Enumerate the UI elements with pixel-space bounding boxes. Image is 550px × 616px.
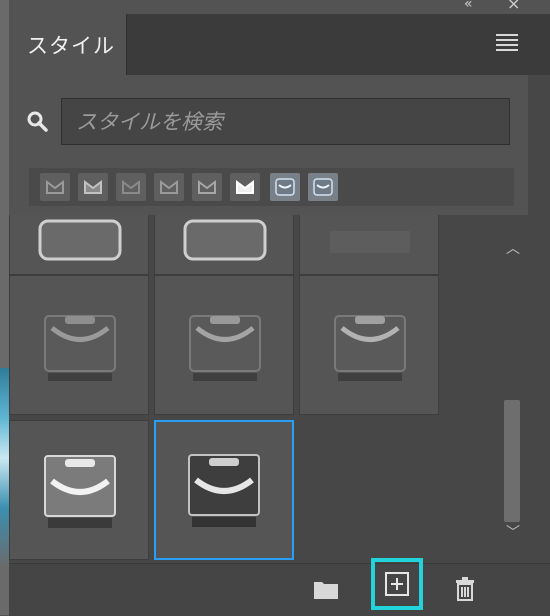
canvas-artwork — [0, 368, 9, 568]
style-preset-icon[interactable] — [308, 173, 338, 201]
style-preset-icon[interactable] — [78, 173, 108, 201]
search-input[interactable] — [62, 99, 509, 144]
search-icon — [27, 111, 48, 132]
tab-styles[interactable]: スタイル — [9, 14, 127, 75]
plus-square-icon — [385, 572, 409, 596]
style-thumbnail[interactable] — [299, 215, 439, 275]
tab-label: スタイル — [27, 34, 115, 58]
styles-panel: « × スタイル スタイルを検索 ︿ ﹀ — [9, 0, 550, 616]
style-preset-icon[interactable] — [116, 173, 146, 201]
vertical-scrollbar[interactable]: ︿ ﹀ — [498, 230, 528, 563]
style-thumbnail-selected[interactable] — [154, 420, 294, 560]
chevron-down-icon[interactable]: ﹀ — [506, 522, 520, 542]
panel-footer — [9, 563, 550, 616]
style-preset-icon[interactable] — [270, 173, 300, 201]
style-thumbnail[interactable] — [299, 275, 439, 415]
new-style-button[interactable] — [371, 558, 423, 610]
style-preset-icon[interactable] — [230, 173, 260, 201]
style-preset-icon[interactable] — [192, 173, 222, 201]
close-icon[interactable]: × — [507, 0, 520, 13]
hamburger-menu-icon[interactable] — [496, 34, 518, 51]
folder-icon[interactable] — [311, 574, 341, 604]
style-thumbnail[interactable] — [9, 215, 149, 275]
style-thumbnail-grid — [9, 215, 528, 563]
search-field[interactable] — [61, 98, 510, 145]
double-chevron-icon[interactable]: « — [464, 0, 473, 12]
preset-swatch-row — [29, 168, 514, 206]
style-preset-icon[interactable] — [154, 173, 184, 201]
style-thumbnail[interactable] — [154, 275, 294, 415]
chevron-up-icon[interactable]: ︿ — [506, 238, 520, 258]
style-thumbnail[interactable] — [9, 420, 149, 560]
style-thumbnail[interactable] — [154, 215, 294, 275]
scroll-thumb[interactable] — [504, 400, 520, 522]
trash-icon[interactable] — [450, 574, 480, 604]
style-preset-icon[interactable] — [40, 173, 70, 201]
style-thumbnail[interactable] — [9, 275, 149, 415]
